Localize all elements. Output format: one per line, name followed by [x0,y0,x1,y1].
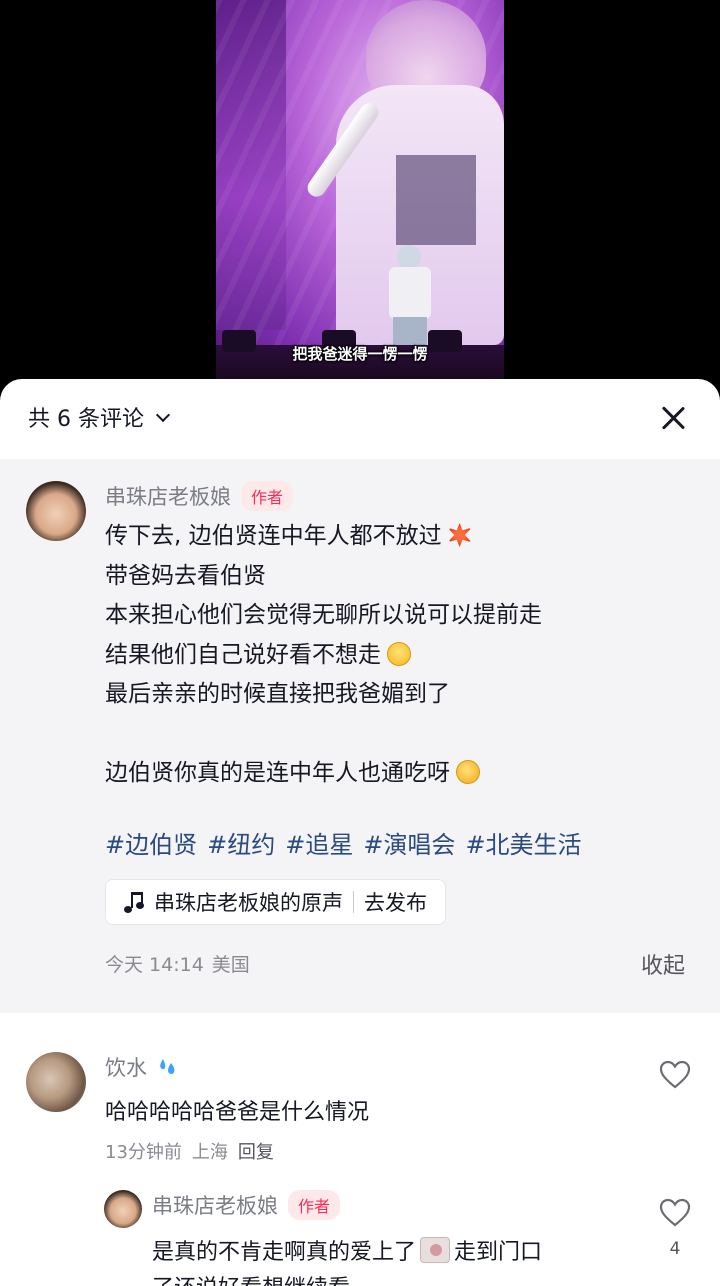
comment-text: 是真的不肯走啊真的爱上了 走到门口 [152,1234,542,1266]
meme-sticker-icon [420,1237,451,1263]
comment-text-continued: 了还说好看想继续看 [152,1270,350,1286]
comment-meta: 今天 14:14 美国 [105,950,250,977]
hashtag[interactable]: #纽约 [207,825,275,860]
comment-line: 结果他们自己说好看不想走 [105,641,381,668]
collapse-button[interactable]: 收起 [641,948,685,980]
comment-line: 本来担心他们会觉得无聊所以说可以提前走 [105,602,542,628]
hashtag[interactable]: #演唱会 [363,825,455,860]
comment-item: 饮水 哈哈哈哈哈爸爸是什么情况 13分钟前 上海 回复 [0,1044,720,1164]
sweat-droplets-icon [160,1059,175,1074]
timestamp: 今天 14:14 [105,954,204,976]
avatar[interactable] [104,1190,142,1228]
comment-header: 串珠店老板娘 作者 [152,1190,341,1220]
reply-text-part: 是真的不肯走啊真的爱上了 [152,1240,417,1265]
anger-emoji-icon [447,523,472,547]
comment-line: 边伯贤你真的是连中年人也通吃呀 [105,760,450,786]
reply-text-part: 走到门口 [454,1240,543,1265]
reply-button[interactable]: 回复 [238,1138,274,1164]
comment-count-dropdown[interactable]: 共 6 条评论 [28,401,171,433]
comment-text: 哈哈哈哈哈爸爸是什么情况 [105,1100,370,1125]
hashtag[interactable]: #北美生活 [465,825,581,860]
comment-line: 带爸妈去看伯贤 [105,562,266,589]
comment-meta: 13分钟前 上海 回复 [105,1138,274,1164]
location: 美国 [211,954,250,976]
video-subtitle: 把我爸迷得一愣一愣 [292,345,428,363]
heart-icon[interactable] [659,1060,691,1090]
username[interactable]: 饮水 [105,1052,147,1082]
sheet-header: 共 6 条评论 [0,379,720,459]
heart-icon[interactable] [659,1198,691,1228]
hashtag[interactable]: #追星 [285,825,353,860]
rofl-emoji-icon [451,755,485,789]
avatar[interactable] [26,481,86,541]
divider [353,891,354,913]
chevron-down-icon [155,407,171,422]
hashtag[interactable]: #边伯贤 [105,825,197,860]
pinned-author-comment: 串珠店老板娘 作者 传下去, 边伯贤连中年人都不放过 带爸妈去看伯贤 本来担心他… [0,459,720,1013]
video-frame[interactable]: 把我爸迷得一愣一愣 [216,0,504,395]
video-player[interactable]: 把我爸迷得一愣一愣 [0,0,720,395]
author-badge: 作者 [288,1190,341,1220]
close-icon[interactable] [656,401,690,435]
music-note-icon [122,890,144,914]
comment-line: 传下去, 边伯贤连中年人都不放过 [105,523,442,549]
username[interactable]: 串珠店老板娘 [152,1190,278,1220]
comments-sheet: 共 6 条评论 串珠店老板娘 作者 传下去, 边伯贤连中年人都不放过 带爸妈去看… [0,379,720,1286]
avatar[interactable] [26,1052,86,1112]
comment-body: 传下去, 边伯贤连中年人都不放过 带爸妈去看伯贤 本来担心他们会觉得无聊所以说可… [105,517,695,794]
comment-count-label: 共 6 条评论 [28,407,144,432]
comment-header: 串珠店老板娘 作者 [105,481,294,511]
like-count: 4 [669,1239,681,1259]
comment-line: 最后亲亲的时候直接把我爸媚到了 [105,681,450,707]
author-badge: 作者 [241,481,294,511]
username[interactable]: 串珠店老板娘 [105,481,231,511]
sound-title: 串珠店老板娘的原声 [154,891,343,915]
comment-header: 饮水 [105,1052,179,1082]
publish-sound-link[interactable]: 去发布 [364,887,427,917]
location: 上海 [191,1142,228,1163]
original-sound-chip[interactable]: 串珠店老板娘的原声 去发布 [105,879,446,925]
timestamp: 13分钟前 [105,1142,182,1163]
smile-emoji-icon [387,641,411,666]
hashtag-list: #边伯贤 #纽约 #追星 #演唱会 #北美生活 [105,825,582,860]
reply-item: 串珠店老板娘 作者 是真的不肯走啊真的爱上了 走到门口 了还说好看想继续看 4 [0,1184,720,1286]
